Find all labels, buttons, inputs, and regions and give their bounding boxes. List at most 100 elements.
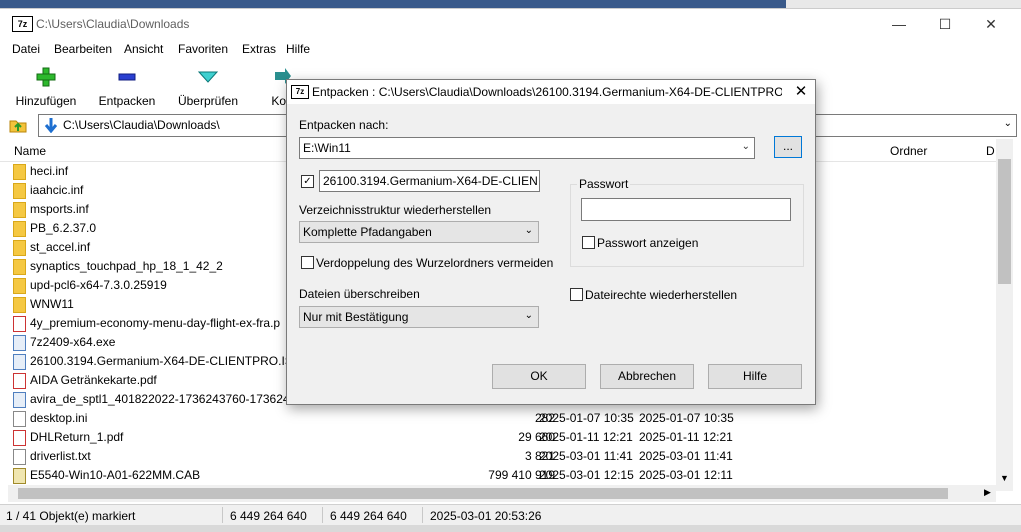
- test-label: Überprüfen: [177, 94, 239, 108]
- column-name[interactable]: Name: [14, 144, 46, 158]
- restore-rights-label: Dateirechte wiederherstellen: [585, 288, 738, 302]
- path-mode-dropdown[interactable]: Komplette Pfadangaben ⌄: [299, 221, 539, 243]
- txt-file-icon: [13, 411, 26, 427]
- scroll-right-icon[interactable]: ▶: [984, 487, 991, 498]
- file-size: 29 660: [518, 430, 555, 444]
- menu-hilfe[interactable]: Hilfe: [286, 42, 310, 56]
- column-d[interactable]: D: [986, 144, 995, 158]
- 7zip-app-icon: 7z: [291, 85, 309, 99]
- folder-file-icon: [13, 221, 26, 237]
- file-modified: 2025-01-07 10:35: [539, 411, 634, 425]
- maximize-button[interactable]: ☐: [922, 9, 968, 39]
- cab-file-icon: [13, 468, 26, 484]
- folder-file-icon: [13, 183, 26, 199]
- file-created: 2025-03-01 12:11: [639, 468, 733, 482]
- restore-rights-checkbox[interactable]: [570, 288, 583, 301]
- subfolder-value: 26100.3194.Germanium-X64-DE-CLIENTPRO: [323, 174, 537, 188]
- chevron-down-icon[interactable]: ⌄: [742, 141, 750, 152]
- close-button[interactable]: ✕: [968, 9, 1014, 39]
- address-path: C:\Users\Claudia\Downloads\: [63, 118, 220, 132]
- file-modified: 2025-01-11 12:21: [539, 430, 633, 444]
- scroll-down-icon[interactable]: ▼: [1000, 473, 1009, 483]
- status-date: 2025-03-01 20:53:26: [430, 509, 542, 523]
- file-name: DHLReturn_1.pdf: [30, 430, 124, 444]
- overwrite-value: Nur mit Bestätigung: [303, 310, 409, 324]
- folder-file-icon: [13, 297, 26, 313]
- extract-dialog: 7z Entpacken : C:\Users\Claudia\Download…: [286, 79, 816, 405]
- show-password-checkbox[interactable]: [582, 236, 595, 249]
- vertical-scroll-thumb[interactable]: [998, 159, 1011, 284]
- status-divider: [222, 507, 223, 523]
- eliminate-duplication-label: Verdoppelung des Wurzelordners vermeiden: [316, 256, 554, 270]
- extract-to-combobox[interactable]: E:\Win11 ⌄: [299, 137, 755, 159]
- menu-extras[interactable]: Extras: [242, 42, 276, 56]
- file-name: upd-pcl6-x64-7.3.0.25919: [30, 278, 167, 292]
- add-button[interactable]: Hinzufügen: [10, 62, 82, 112]
- extract-to-label: Entpacken nach:: [299, 118, 389, 132]
- file-name: PB_6.2.37.0: [30, 221, 97, 235]
- overwrite-dropdown[interactable]: Nur mit Bestätigung ⌄: [299, 306, 539, 328]
- vertical-scrollbar[interactable]: ▼: [996, 139, 1013, 491]
- minimize-button[interactable]: —: [876, 9, 922, 39]
- title-bar: 7z C:\Users\Claudia\Downloads — ☐ ✕: [0, 9, 1021, 39]
- password-group-label: Passwort: [577, 177, 631, 191]
- file-modified: 2025-03-01 12:15: [539, 468, 634, 482]
- file-name: 4y_premium-economy-menu-day-flight-ex-fr…: [30, 316, 281, 330]
- file-created: 2025-01-11 12:21: [639, 430, 733, 444]
- eliminate-duplication-checkbox[interactable]: [301, 256, 314, 269]
- pdf-file-icon: [13, 316, 26, 332]
- folder-up-icon[interactable]: [8, 115, 28, 135]
- file-row[interactable]: driverlist.txt 3 821 2025-03-01 11:41 2025-…: [10, 447, 780, 466]
- plus-icon: [36, 67, 56, 87]
- file-row[interactable]: E5540-Win10-A01-622MM.CAB 799 410 919 2025…: [10, 466, 780, 485]
- menu-favoriten[interactable]: Favoriten: [178, 42, 228, 56]
- file-row[interactable]: DHLReturn_1.pdf 29 660 2025-01-11 12:21 202…: [10, 428, 780, 447]
- file-created: 2025-03-01 11:41: [639, 449, 733, 463]
- minus-icon: [118, 73, 136, 81]
- add-label: Hinzufügen: [15, 94, 77, 108]
- file-name: AIDA Getränkekarte.pdf: [30, 373, 157, 387]
- file-name: 26100.3194.Germanium-X64-DE-CLIENTPRO.IS…: [30, 354, 303, 368]
- txt-file-icon: [13, 449, 26, 465]
- dialog-title-bar: 7z Entpacken : C:\Users\Claudia\Download…: [287, 80, 815, 104]
- browse-button[interactable]: ...: [774, 136, 802, 158]
- chevron-down-icon: ⌄: [524, 225, 533, 236]
- file-size: 799 410 919: [488, 468, 555, 482]
- file-size: 282: [534, 411, 555, 425]
- help-button[interactable]: Hilfe: [708, 364, 802, 389]
- dialog-title: Entpacken : C:\Users\Claudia\Downloads\2…: [312, 85, 782, 99]
- column-folder[interactable]: Ordner: [890, 144, 927, 158]
- file-name: desktop.ini: [30, 411, 88, 425]
- file-name: avira_de_sptl1_401822022-1736243760-1736…: [30, 392, 310, 406]
- file-name: driverlist.txt: [30, 449, 91, 463]
- window-title: C:\Users\Claudia\Downloads: [36, 17, 190, 31]
- chevron-down-icon: ⌄: [524, 310, 533, 321]
- horizontal-scroll-thumb[interactable]: [18, 488, 948, 499]
- folder-file-icon: [13, 240, 26, 256]
- folder-file-icon: [13, 202, 26, 218]
- file-row[interactable]: desktop.ini 282 2025-01-07 10:35 2025-01-07…: [10, 409, 780, 428]
- subfolder-input[interactable]: 26100.3194.Germanium-X64-DE-CLIENTPRO: [319, 170, 540, 192]
- extract-button[interactable]: Entpacken: [92, 62, 162, 112]
- pdf-file-icon: [13, 373, 26, 389]
- status-divider: [322, 507, 323, 523]
- file-name: E5540-Win10-A01-622MM.CAB: [30, 468, 201, 482]
- file-name: iaahcic.inf: [30, 183, 84, 197]
- status-divider: [422, 507, 423, 523]
- status-size-1: 6 449 264 640: [230, 509, 307, 523]
- horizontal-scrollbar[interactable]: ▶: [8, 485, 996, 502]
- test-button[interactable]: Überprüfen: [172, 62, 244, 112]
- subfolder-checkbox[interactable]: ✓: [301, 175, 314, 188]
- file-created: 2025-01-07 10:35: [639, 411, 734, 425]
- chevron-down-icon[interactable]: ⌄: [1004, 118, 1012, 129]
- show-password-label: Passwort anzeigen: [597, 236, 699, 250]
- folder-file-icon: [13, 164, 26, 180]
- check-icon: [197, 71, 219, 83]
- dialog-close-button[interactable]: ✕: [787, 80, 815, 104]
- menu-ansicht[interactable]: Ansicht: [124, 42, 163, 56]
- menu-datei[interactable]: Datei: [12, 42, 40, 56]
- password-input[interactable]: [581, 198, 791, 221]
- ok-button[interactable]: OK: [492, 364, 586, 389]
- cancel-button[interactable]: Abbrechen: [600, 364, 694, 389]
- menu-bearbeiten[interactable]: Bearbeiten: [54, 42, 112, 56]
